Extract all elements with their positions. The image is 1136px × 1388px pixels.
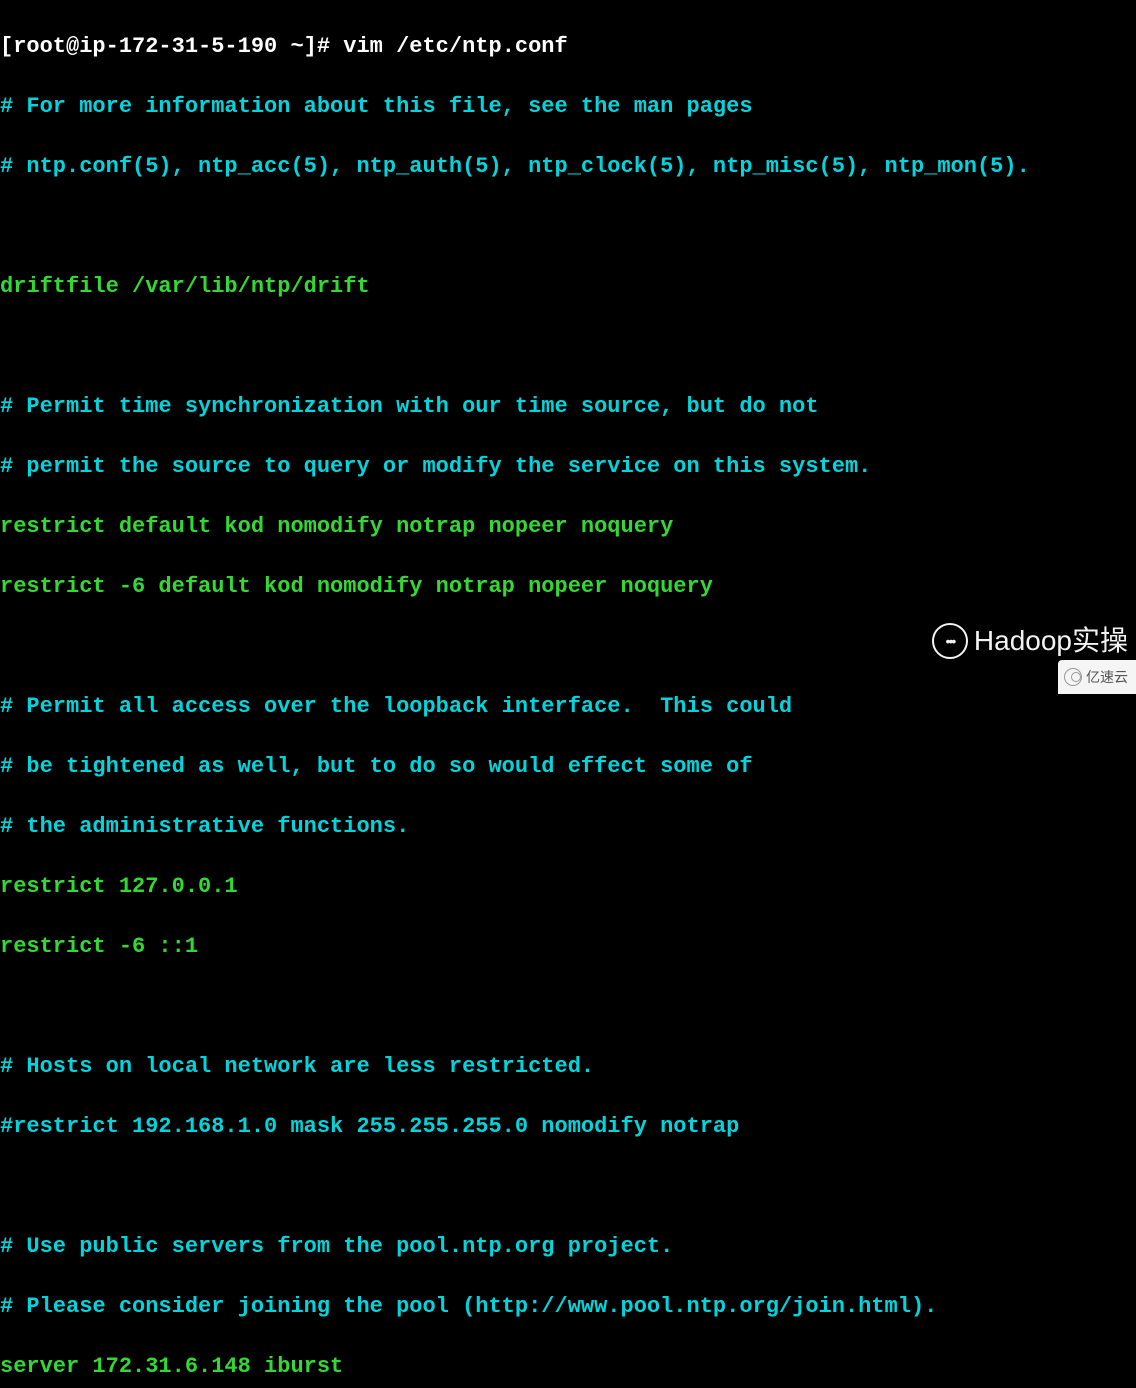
vim-comment-line: # Use public servers from the pool.ntp.o… <box>0 1232 1136 1262</box>
vim-comment-line: # For more information about this file, … <box>0 92 1136 122</box>
vim-config-line: restrict default kod nomodify notrap nop… <box>0 512 1136 542</box>
vim-blank-line <box>0 332 1136 362</box>
vim-comment-line: # Please consider joining the pool (http… <box>0 1292 1136 1322</box>
vim-config-line: server 172.31.6.148 iburst <box>0 1352 1136 1382</box>
vim-config-line: restrict -6 default kod nomodify notrap … <box>0 572 1136 602</box>
shell-prompt: [root@ip-172-31-5-190 ~]# <box>0 34 343 59</box>
vim-config-line: driftfile /var/lib/ntp/drift <box>0 272 1136 302</box>
site-watermark: 亿速云 <box>1058 660 1136 694</box>
vim-comment-line: # Permit time synchronization with our t… <box>0 392 1136 422</box>
terminal-output[interactable]: [root@ip-172-31-5-190 ~]# vim /etc/ntp.c… <box>0 0 1136 1388</box>
vim-comment-line: # Hosts on local network are less restri… <box>0 1052 1136 1082</box>
vim-comment-line: # the administrative functions. <box>0 812 1136 842</box>
vim-blank-line <box>0 1172 1136 1202</box>
cloud-icon <box>1064 668 1082 686</box>
wechat-icon: ••• <box>932 623 968 659</box>
vim-comment-line: # permit the source to query or modify t… <box>0 452 1136 482</box>
watermark-label: Hadoop实操 <box>974 626 1128 656</box>
shell-command: vim /etc/ntp.conf <box>343 34 567 59</box>
vim-comment-line: # Permit all access over the loopback in… <box>0 692 1136 722</box>
vim-config-line: restrict -6 ::1 <box>0 932 1136 962</box>
vim-config-line: restrict 127.0.0.1 <box>0 872 1136 902</box>
prompt-line: [root@ip-172-31-5-190 ~]# vim /etc/ntp.c… <box>0 32 1136 62</box>
wechat-watermark: ••• Hadoop实操 <box>932 623 1128 659</box>
site-watermark-text: 亿速云 <box>1086 662 1128 692</box>
vim-blank-line <box>0 212 1136 242</box>
vim-comment-line: #restrict 192.168.1.0 mask 255.255.255.0… <box>0 1112 1136 1142</box>
vim-comment-line: # ntp.conf(5), ntp_acc(5), ntp_auth(5), … <box>0 152 1136 182</box>
vim-blank-line <box>0 992 1136 1022</box>
vim-comment-line: # be tightened as well, but to do so wou… <box>0 752 1136 782</box>
